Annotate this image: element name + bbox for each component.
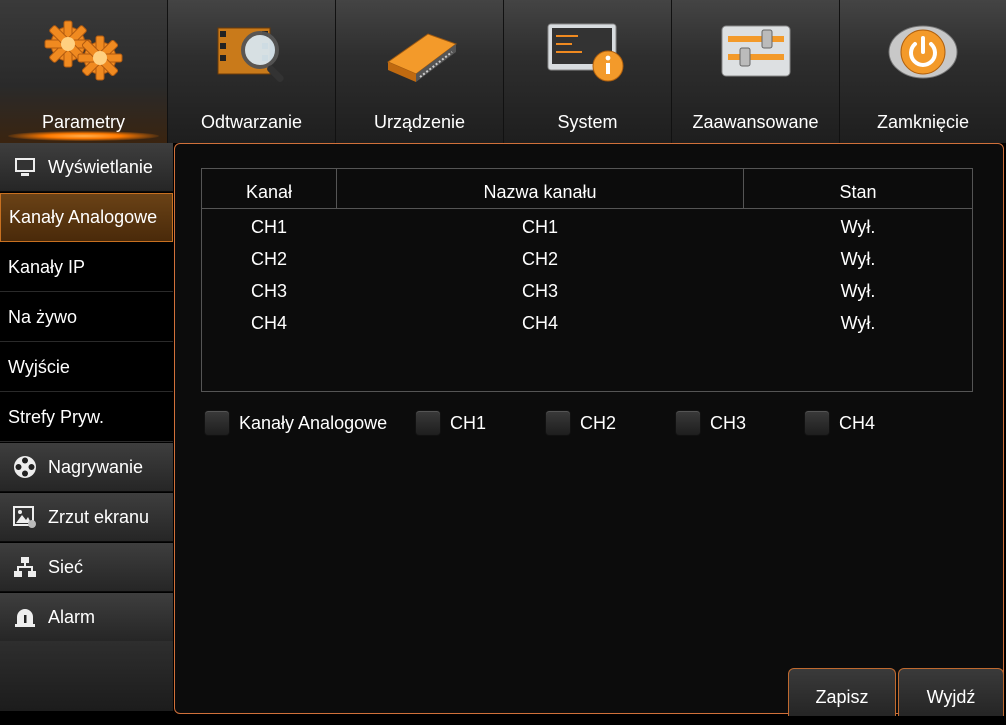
cell-name: CH4 [521,313,558,333]
column-header-channel: Kanał [202,169,337,208]
column-header-status: Stan [839,182,877,202]
tab-zamkniecie[interactable]: Zamknięcie [840,0,1006,143]
sidebar-item-strefy-pryw[interactable]: Strefy Pryw. [0,393,173,442]
tab-label: Urządzenie [373,112,466,132]
sidebar-item-label: Wyjście [8,356,70,377]
tab-label: Parametry [41,112,126,132]
cell-status: Wył. [840,249,876,269]
gears-icon [44,20,122,81]
sidebar-item-label: Kanały Analogowe [9,207,158,227]
cell-channel: CH4 [250,313,287,333]
checkbox-box[interactable] [675,410,701,436]
sidebar-item-siec[interactable]: Sieć [0,543,173,592]
film-reel-icon [12,456,38,478]
table-row[interactable]: CH1 CH1 Wył. [202,211,972,243]
sidebar-item-na-zywo[interactable]: Na żywo [0,293,173,342]
checkbox-all-analog[interactable]: Kanały Analogowe [204,410,387,436]
snapshot-icon [12,506,38,528]
tab-parametry[interactable]: Parametry [0,0,168,143]
table-header: Kanał Nazwa kanału Stan [202,169,972,209]
alarm-icon [12,606,38,628]
tab-zaawansowane[interactable]: Zaawansowane [672,0,840,143]
cell-name: CH1 [521,217,558,237]
top-menu-bar: Parametry Odtwarzanie Urządzenie System … [0,0,1006,143]
checkbox-label: CH2 [580,412,617,433]
channel-table: Kanał Nazwa kanału Stan CH1 CH1 Wył. CH2… [201,168,973,392]
tab-label: Odtwarzanie [200,112,303,132]
sidebar-item-label: Sieć [48,556,84,577]
table-row[interactable]: CH3 CH3 Wył. [202,275,972,307]
column-header-name: Nazwa kanału [337,169,744,208]
checkbox-label: CH3 [710,412,747,433]
power-icon [888,25,958,79]
checkbox-ch3[interactable]: CH3 [675,410,746,436]
sidebar-item-label: Wyświetlanie [48,156,153,177]
tab-label: System [557,112,618,132]
sidebar-item-label: Na żywo [8,306,78,327]
tab-urzadzenie[interactable]: Urządzenie [336,0,504,143]
exit-button[interactable]: Wyjdź [898,668,1004,716]
sidebar-item-label: Kanały IP [8,256,86,277]
system-info-icon [547,23,623,82]
film-search-icon [217,27,284,82]
sidebar-item-zrzut-ekranu[interactable]: Zrzut ekranu [0,493,173,542]
sidebar: Wyświetlanie Kanały Analogowe Kanały IP … [0,143,175,716]
tab-label: Zaawansowane [692,112,819,132]
cell-channel: CH3 [250,281,287,301]
tab-system[interactable]: System [504,0,672,143]
sidebar-item-label: Zrzut ekranu [48,506,150,527]
cell-status: Wył. [840,313,876,333]
tab-label: Zamknięcie [876,112,970,132]
checkbox-box[interactable] [415,410,441,436]
table-row[interactable]: CH4 CH4 Wył. [202,307,972,339]
cell-name: CH2 [521,249,558,269]
tab-odtwarzanie[interactable]: Odtwarzanie [168,0,336,143]
sidebar-item-label: Nagrywanie [48,456,144,477]
checkbox-ch1[interactable]: CH1 [415,410,486,436]
sidebar-item-alarm[interactable]: Alarm [0,593,173,642]
sidebar-filler [0,641,173,711]
checkbox-box[interactable] [204,410,230,436]
sidebar-item-wyswietlanie[interactable]: Wyświetlanie [0,143,173,192]
cell-channel: CH1 [250,217,287,237]
checkbox-box[interactable] [804,410,830,436]
sidebar-item-label: Strefy Pryw. [8,406,105,427]
checkbox-label: Kanały Analogowe [239,412,388,433]
save-button[interactable]: Zapisz [788,668,896,716]
checkbox-label: CH1 [450,412,487,433]
cell-name: CH3 [521,281,558,301]
active-tab-glow [8,131,159,141]
checkbox-label: CH4 [839,412,876,433]
sidebar-item-label: Alarm [48,606,96,627]
checkbox-box[interactable] [545,410,571,436]
table-row[interactable]: CH2 CH2 Wył. [202,243,972,275]
network-icon [12,556,38,578]
cell-channel: CH2 [250,249,287,269]
sidebar-item-nagrywanie[interactable]: Nagrywanie [0,443,173,492]
hard-drive-icon [386,33,457,82]
sidebar-item-kanaly-analogowe[interactable]: Kanały Analogowe [0,193,173,242]
sliders-icon [721,25,790,77]
cell-status: Wył. [840,217,876,237]
sidebar-item-kanaly-ip[interactable]: Kanały IP [0,243,173,292]
cell-status: Wył. [840,281,876,301]
checkbox-ch4[interactable]: CH4 [804,410,875,436]
sidebar-item-wyjscie[interactable]: Wyjście [0,343,173,392]
monitor-icon [12,156,38,178]
checkbox-ch2[interactable]: CH2 [545,410,616,436]
